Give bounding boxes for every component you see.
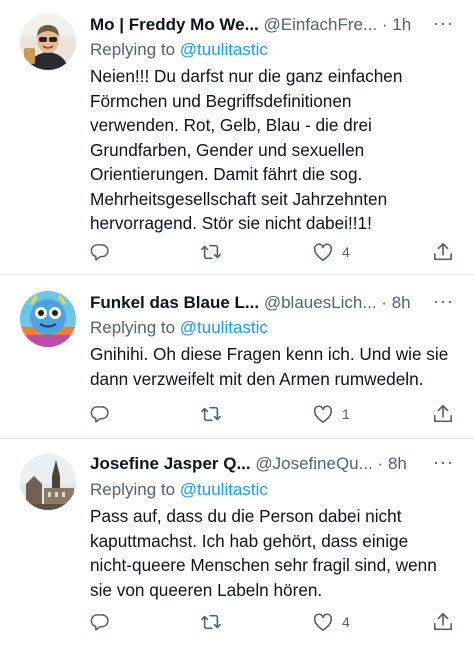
text-line: Neien!!! Du darfst nur die ganz einfache… <box>90 66 403 86</box>
tweet-header: Mo | Freddy Mo We... @EinfachFre... · 1h… <box>90 13 474 37</box>
like-button[interactable]: 4 <box>312 610 350 634</box>
retweet-icon <box>201 244 221 260</box>
replying-to: Replying to @tuulitastic <box>90 38 268 62</box>
tweet[interactable]: Mo | Freddy Mo We... @EinfachFre... · 1h… <box>0 0 474 270</box>
tweet-text: Gnihihi. Oh diese Fragen kenn ich. Und w… <box>90 342 460 391</box>
separator-dot: · <box>381 293 387 312</box>
like-button[interactable]: 4 <box>312 240 350 264</box>
tweet[interactable]: Funkel das Blaue L... @blauesLich... · 8… <box>0 275 474 437</box>
like-count: 4 <box>342 614 350 630</box>
tweet-header: Funkel das Blaue L... @blauesLich... · 8… <box>90 291 474 315</box>
text-line: kaputtmachst. Ich hab gehört, dass einig… <box>90 530 409 551</box>
reply-icon <box>90 614 109 631</box>
timestamp[interactable]: 1h <box>392 15 411 34</box>
avatar[interactable] <box>20 14 76 70</box>
retweet-button[interactable] <box>200 240 230 264</box>
avatar[interactable] <box>20 454 76 510</box>
display-name[interactable]: Josefine Jasper Q... <box>90 454 251 473</box>
action-bar: 1 <box>90 402 454 426</box>
text-line: verwenden. Rot, Gelb, Blau - die drei <box>90 115 372 135</box>
reply-button[interactable] <box>90 402 118 426</box>
tweet-header: Josefine Jasper Q... @JosefineQu... · 8h… <box>90 452 474 476</box>
text-line: Pass auf, dass du die Person dabei nicht <box>90 506 402 526</box>
text-line: sie von queeren Labeln hören. <box>90 579 323 600</box>
heart-icon <box>313 243 333 261</box>
share-icon <box>434 243 452 261</box>
heart-icon <box>313 613 333 631</box>
timestamp[interactable]: 8h <box>388 454 407 473</box>
tweet-text: Neien!!! Du darfst nur die ganz einfache… <box>90 64 460 236</box>
like-button[interactable]: 1 <box>312 402 350 426</box>
like-count: 4 <box>342 244 350 260</box>
replying-to: Replying to @tuulitastic <box>90 478 268 502</box>
reply-button[interactable] <box>90 610 118 634</box>
user-handle[interactable]: @EinfachFre... <box>264 15 378 34</box>
text-line: Mehrheitsgesellschaft seit Jahrzehnten <box>90 188 388 209</box>
retweet-icon <box>201 614 221 630</box>
timestamp[interactable]: 8h <box>392 293 411 312</box>
text-line: Grundfarben, Gender und sexuellen <box>90 139 365 160</box>
separator-dot: · <box>381 15 388 34</box>
replying-to-label: Replying to <box>90 480 180 499</box>
text-line: dann verzweifelt mit den Armen rumwedeln… <box>90 368 424 389</box>
text-line: hervorragend. Stör sie nicht dabei!!1! <box>90 213 372 233</box>
text-line: Gnihihi. Oh diese Fragen kenn ich. Und w… <box>90 344 449 364</box>
mention-link[interactable]: @tuulitastic <box>180 318 268 337</box>
share-icon <box>434 613 452 631</box>
like-count: 1 <box>342 406 350 422</box>
text-line: nicht-queere Menschen sehr fragil sind, … <box>90 555 437 575</box>
separator-dot: · <box>377 454 384 473</box>
text-line: Förmchen und Begriffsdefinitionen <box>90 90 352 111</box>
action-bar: 4 <box>90 610 454 634</box>
retweet-button[interactable] <box>200 610 230 634</box>
more-options-icon[interactable]: ··· <box>433 452 454 472</box>
more-options-icon[interactable]: ··· <box>433 13 454 33</box>
display-name[interactable]: Funkel das Blaue L... <box>90 293 259 312</box>
text-line: Orientierungen. Damit fährt die sog. <box>90 164 363 184</box>
mention-link[interactable]: @tuulitastic <box>180 40 268 59</box>
user-handle[interactable]: @JosefineQu... <box>255 454 372 473</box>
share-button[interactable] <box>432 240 454 264</box>
display-name[interactable]: Mo | Freddy Mo We... <box>90 15 259 34</box>
heart-icon <box>313 405 333 423</box>
share-button[interactable] <box>432 610 454 634</box>
replying-to-label: Replying to <box>90 40 180 59</box>
reply-button[interactable] <box>90 240 118 264</box>
avatar[interactable] <box>20 291 76 347</box>
action-bar: 4 <box>90 240 454 264</box>
replying-to-label: Replying to <box>90 318 180 337</box>
retweet-icon <box>201 406 221 422</box>
reply-icon <box>90 244 109 261</box>
tweet-text: Pass auf, dass du die Person dabei nicht… <box>90 504 460 602</box>
share-button[interactable] <box>432 402 454 426</box>
replying-to: Replying to @tuulitastic <box>90 316 268 340</box>
reply-icon <box>90 406 109 423</box>
share-icon <box>434 405 452 423</box>
mention-link[interactable]: @tuulitastic <box>180 480 268 499</box>
more-options-icon[interactable]: ··· <box>433 291 454 311</box>
retweet-button[interactable] <box>200 402 230 426</box>
user-handle[interactable]: @blauesLich... <box>264 293 377 312</box>
tweet[interactable]: Josefine Jasper Q... @JosefineQu... · 8h… <box>0 439 474 646</box>
